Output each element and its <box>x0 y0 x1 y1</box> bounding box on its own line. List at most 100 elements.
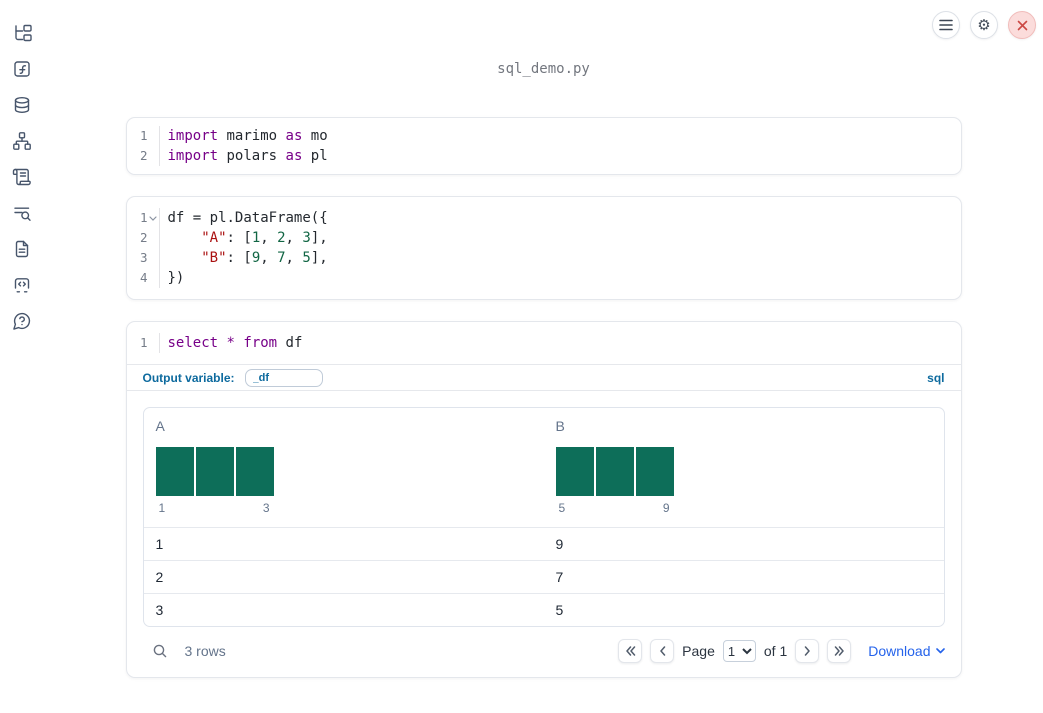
database-icon <box>14 97 30 113</box>
table-footer: 3 rows Page 1 of 1 Download <box>127 627 961 677</box>
histogram-axis-labels: 59 <box>556 501 674 515</box>
chevron-left-icon <box>659 646 665 656</box>
histogram-axis-labels: 13 <box>156 501 274 515</box>
file-text-icon <box>15 240 29 258</box>
sql-cell[interactable]: 1 select * from df Output variable: sql A… <box>125 321 962 678</box>
histogram-bar <box>155 447 194 496</box>
column-header-b[interactable]: B59 <box>544 408 944 527</box>
column-histogram[interactable] <box>155 447 274 496</box>
column-name: A <box>155 418 165 434</box>
table-cell: 9 <box>555 536 564 552</box>
download-button[interactable]: Download <box>868 643 945 659</box>
code-editor[interactable]: 1 df = pl.DataFrame({2 "A": [1, 2, 3], 3 "… <box>127 197 961 299</box>
table-row[interactable]: 19 <box>143 527 944 560</box>
code-line[interactable]: 1 import marimo as mo <box>127 126 961 146</box>
code-text: import marimo as mo <box>167 128 328 144</box>
sidebar-item-help[interactable] <box>12 311 32 331</box>
cell-output: A13B59 192735 <box>127 391 961 627</box>
code-cell-imports[interactable]: 1 import marimo as mo 2 import polars as pl <box>125 117 962 175</box>
page-label: Page <box>682 643 715 659</box>
code-editor[interactable]: 1 import marimo as mo 2 import polars as pl <box>127 118 961 174</box>
column-header-a[interactable]: A13 <box>144 408 544 527</box>
table-cell: 3 <box>155 602 164 618</box>
sidebar-item-search-logs[interactable] <box>12 203 32 223</box>
column-name: B <box>555 418 565 434</box>
table-row[interactable]: 35 <box>143 593 944 626</box>
code-text: df = pl.DataFrame({ <box>167 210 328 226</box>
search-icon[interactable] <box>152 643 168 659</box>
page-select[interactable]: 1 <box>722 640 756 662</box>
code-box-icon <box>14 278 30 293</box>
dataframe-table: A13B59 192735 <box>142 407 945 627</box>
help-bubble-icon <box>13 312 31 330</box>
hist-max-label: 3 <box>262 501 270 515</box>
function-square-icon <box>14 61 30 77</box>
code-line[interactable]: 2 "A": [1, 2, 3], <box>127 228 961 248</box>
output-variable-input[interactable] <box>244 368 323 387</box>
last-page-button[interactable] <box>827 639 852 663</box>
code-text: }) <box>167 270 185 286</box>
marimo-app: ⚙ sql_demo.py 1 import marimo as mo 2 impor… <box>0 0 1043 713</box>
table-header: A13B59 <box>144 408 944 527</box>
code-line[interactable]: 3 "B": [9, 7, 5], <box>127 248 961 268</box>
pagination: Page 1 of 1 <box>618 639 852 663</box>
code-line[interactable]: 2 import polars as pl <box>127 146 961 166</box>
table-row[interactable]: 27 <box>143 560 944 593</box>
line-number: 1 <box>127 126 160 146</box>
histogram-bar <box>595 447 634 496</box>
output-variable-label: Output variable: <box>142 370 235 385</box>
code-line[interactable]: 4}) <box>127 268 961 288</box>
sidebar-item-datasources[interactable] <box>12 95 32 115</box>
sidebar-item-documentation[interactable] <box>12 239 32 259</box>
line-number: 2 <box>127 228 160 248</box>
histogram-bar <box>235 447 274 496</box>
line-number: 3 <box>127 248 160 268</box>
sidebar-item-snippets[interactable] <box>12 275 32 295</box>
next-page-button[interactable] <box>795 639 820 663</box>
code-text: select * from df <box>167 335 303 351</box>
line-number: 4 <box>127 268 160 288</box>
code-line[interactable]: 1 df = pl.DataFrame({ <box>127 208 961 228</box>
histogram-bar <box>635 447 674 496</box>
chevrons-left-icon <box>625 646 635 656</box>
sidebar <box>0 0 44 713</box>
hist-min-label: 5 <box>558 501 566 515</box>
row-count: 3 rows <box>184 643 226 659</box>
table-cell: 7 <box>555 569 564 585</box>
code-line[interactable]: 1 select * from df <box>127 333 961 353</box>
list-search-icon <box>14 207 31 221</box>
line-number: 1 <box>127 208 160 228</box>
first-page-button[interactable] <box>618 639 643 663</box>
cells-container: 1 import marimo as mo 2 import polars as pl… <box>125 117 962 678</box>
prev-page-button[interactable] <box>650 639 675 663</box>
hist-min-label: 1 <box>158 501 166 515</box>
table-body: 192735 <box>143 527 944 626</box>
table-cell: 2 <box>155 569 164 585</box>
line-number: 2 <box>127 146 160 166</box>
sidebar-item-variables[interactable] <box>12 59 32 79</box>
chevrons-right-icon <box>834 646 844 656</box>
code-text: "B": [9, 7, 5], <box>201 250 328 266</box>
code-cell-dataframe[interactable]: 1 df = pl.DataFrame({2 "A": [1, 2, 3], 3 "… <box>125 196 962 300</box>
sql-editor[interactable]: 1 select * from df <box>126 322 961 365</box>
code-text: import polars as pl <box>167 148 328 164</box>
histogram-bar <box>195 447 234 496</box>
table-cell: 1 <box>155 536 164 552</box>
sidebar-item-dependencies[interactable] <box>12 131 32 151</box>
file-tree-icon <box>15 24 32 42</box>
histogram-bar <box>555 447 594 496</box>
column-histogram[interactable] <box>555 447 674 496</box>
output-variable-row: Output variable: sql <box>126 365 961 391</box>
network-graph-icon <box>13 132 31 150</box>
notebook-title: sql_demo.py <box>497 61 590 77</box>
fold-chevron-icon[interactable] <box>148 215 159 221</box>
sidebar-item-logs[interactable] <box>12 167 32 187</box>
hist-max-label: 9 <box>662 501 670 515</box>
line-number: 1 <box>127 333 160 353</box>
chevron-right-icon <box>804 646 810 656</box>
sidebar-item-file-explorer[interactable] <box>12 23 32 43</box>
page-total: of 1 <box>763 643 788 659</box>
code-text: "A": [1, 2, 3], <box>201 230 328 246</box>
notebook-main: sql_demo.py 1 import marimo as mo 2 import … <box>44 0 1043 713</box>
scroll-icon <box>12 168 31 186</box>
